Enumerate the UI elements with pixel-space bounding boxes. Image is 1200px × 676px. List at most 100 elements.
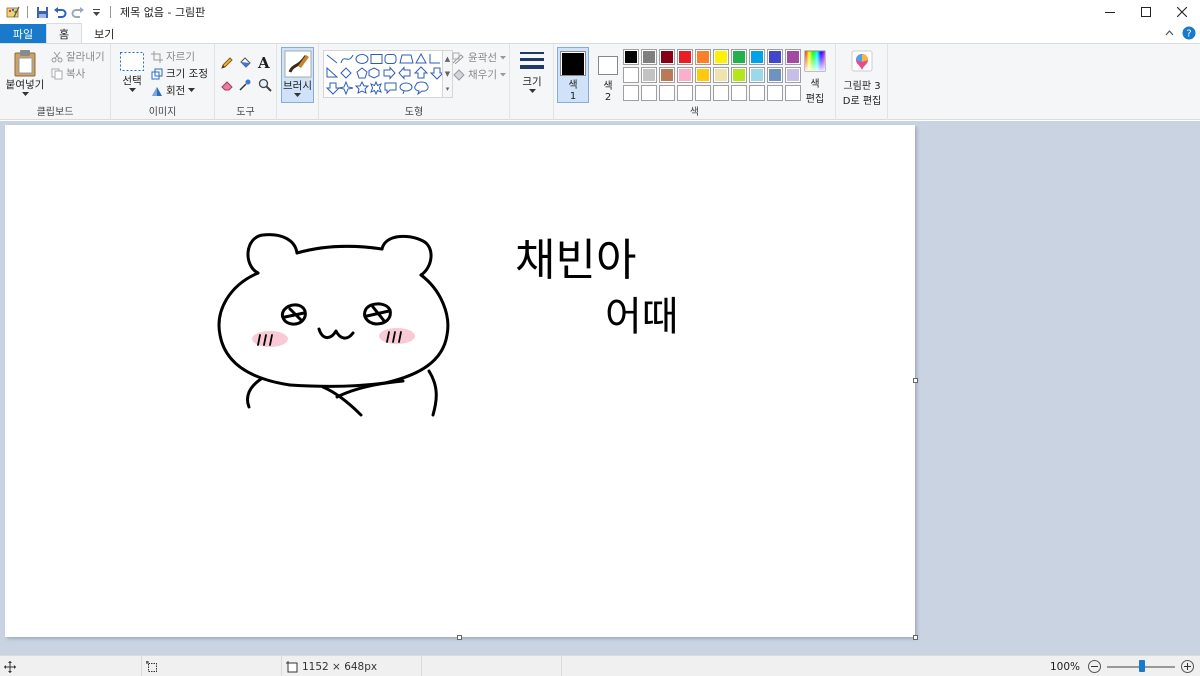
collapse-ribbon-icon[interactable] xyxy=(1165,30,1174,36)
resize-handle-right[interactable] xyxy=(913,378,918,383)
palette-swatch[interactable] xyxy=(767,49,783,65)
workspace[interactable]: 채빈아 어때 xyxy=(0,121,1200,655)
fill-bucket-icon[interactable] xyxy=(238,56,252,70)
tools-group-label: 도구 xyxy=(236,107,255,118)
palette-swatch[interactable] xyxy=(785,85,801,101)
maximize-button[interactable] xyxy=(1128,0,1164,24)
zoom-slider-thumb[interactable] xyxy=(1139,659,1145,672)
canvas-drawing: 채빈아 어때 xyxy=(217,233,679,417)
paste-dropdown-icon[interactable] xyxy=(21,92,29,97)
drawing-canvas[interactable]: 채빈아 어때 xyxy=(5,125,915,637)
palette-swatch[interactable] xyxy=(767,85,783,101)
palette-swatch[interactable] xyxy=(659,49,675,65)
palette-swatch[interactable] xyxy=(731,49,747,65)
palette-swatch[interactable] xyxy=(749,67,765,83)
copy-button[interactable]: 복사 xyxy=(51,66,85,81)
color2-fill xyxy=(600,57,616,74)
fill-button[interactable]: 채우기 xyxy=(452,67,506,82)
palette-swatch[interactable] xyxy=(767,67,783,83)
palette-swatch[interactable] xyxy=(623,85,639,101)
palette-swatch[interactable] xyxy=(731,67,747,83)
size-dropdown-icon[interactable] xyxy=(528,89,536,94)
qat-separator xyxy=(110,6,111,18)
cut-button[interactable]: 잘라내기 xyxy=(51,49,105,64)
resize-handle-bottom[interactable] xyxy=(457,635,462,640)
shapes-gallery[interactable] xyxy=(323,50,445,98)
palette-swatch-fill xyxy=(769,87,781,99)
brushes-button[interactable]: 브러시 xyxy=(281,47,314,103)
scroll-down-icon[interactable]: ▼ xyxy=(445,70,450,78)
palette-swatch[interactable] xyxy=(785,49,801,65)
help-icon[interactable]: ? xyxy=(1182,26,1196,40)
palette-swatch[interactable] xyxy=(785,67,801,83)
color-picker-icon[interactable] xyxy=(238,78,252,92)
palette-swatch[interactable] xyxy=(623,49,639,65)
scroll-up-icon[interactable]: ▲ xyxy=(445,55,450,63)
outline-button[interactable]: 윤곽선 xyxy=(452,50,506,65)
palette-swatch[interactable] xyxy=(677,49,693,65)
paste-label: 붙여넣기 xyxy=(5,79,45,91)
shapes-gallery-icons xyxy=(325,52,445,96)
cursor-position-icon xyxy=(4,660,16,673)
palette-swatch[interactable] xyxy=(677,85,693,101)
zoom-in-button[interactable] xyxy=(1181,660,1194,673)
color2-button[interactable]: 색 2 xyxy=(592,47,624,103)
palette-swatch[interactable] xyxy=(695,49,711,65)
brushes-dropdown-icon[interactable] xyxy=(294,93,301,98)
resize-button[interactable]: 크기 조정 xyxy=(151,66,208,81)
zoom-slider[interactable] xyxy=(1107,659,1175,672)
ribbon-tabs: 파일 홈 보기 ? xyxy=(0,23,1200,43)
select-dropdown-icon[interactable] xyxy=(128,88,136,93)
palette-swatch[interactable] xyxy=(677,67,693,83)
palette-swatch[interactable] xyxy=(641,49,657,65)
palette-swatch[interactable] xyxy=(713,85,729,101)
select-button[interactable]: 선택 xyxy=(117,51,147,93)
edit-colors-button[interactable]: 색 편집 xyxy=(800,50,830,105)
color1-number: 1 xyxy=(569,91,577,102)
color2-swatch xyxy=(598,56,618,75)
expand-gallery-icon[interactable]: ▾ xyxy=(446,85,450,93)
palette-swatch-fill xyxy=(715,69,727,81)
palette-swatch-fill xyxy=(643,51,655,63)
rotate-button[interactable]: 회전 xyxy=(151,83,196,98)
zoom-out-button[interactable] xyxy=(1088,660,1101,673)
tab-file[interactable]: 파일 xyxy=(0,24,46,43)
palette-swatch[interactable] xyxy=(641,67,657,83)
close-button[interactable] xyxy=(1164,0,1200,24)
palette-swatch[interactable] xyxy=(713,49,729,65)
resize-handle-corner[interactable] xyxy=(913,635,918,640)
magnifier-icon[interactable] xyxy=(258,78,272,92)
tab-view[interactable]: 보기 xyxy=(82,24,126,43)
undo-icon[interactable] xyxy=(53,5,67,19)
edit-with-paint3d-button[interactable]: 그림판 3 D로 편집 xyxy=(839,50,885,107)
palette-swatch[interactable] xyxy=(695,67,711,83)
palette-swatch[interactable] xyxy=(659,85,675,101)
palette-swatch[interactable] xyxy=(695,85,711,101)
fill-dropdown-icon[interactable] xyxy=(499,72,506,77)
tab-home[interactable]: 홈 xyxy=(46,23,83,43)
eraser-icon[interactable] xyxy=(220,78,234,92)
palette-swatch[interactable] xyxy=(641,85,657,101)
palette-swatch[interactable] xyxy=(749,49,765,65)
resize-icon xyxy=(151,68,163,79)
cursor-position-cell xyxy=(0,656,142,676)
outline-dropdown-icon[interactable] xyxy=(499,55,506,60)
palette-swatch[interactable] xyxy=(659,67,675,83)
save-icon[interactable] xyxy=(35,5,49,19)
palette-swatch[interactable] xyxy=(713,67,729,83)
rotate-dropdown-icon[interactable] xyxy=(188,88,196,93)
zoom-level: 100% xyxy=(1049,660,1080,673)
text-tool-icon[interactable]: A xyxy=(258,54,270,72)
crop-button[interactable]: 자르기 xyxy=(151,49,195,64)
palette-swatch[interactable] xyxy=(749,85,765,101)
redo-icon[interactable] xyxy=(71,5,85,19)
size-button[interactable]: 크기 xyxy=(516,50,548,94)
paint-app-icon[interactable] xyxy=(6,5,20,19)
palette-swatch[interactable] xyxy=(623,67,639,83)
pencil-icon[interactable] xyxy=(220,56,234,70)
palette-swatch[interactable] xyxy=(731,85,747,101)
minimize-button[interactable] xyxy=(1092,0,1128,24)
paste-button[interactable]: 붙여넣기 xyxy=(5,49,45,97)
color1-button[interactable]: 색 1 xyxy=(557,47,589,103)
customize-qat-icon[interactable] xyxy=(89,5,103,19)
